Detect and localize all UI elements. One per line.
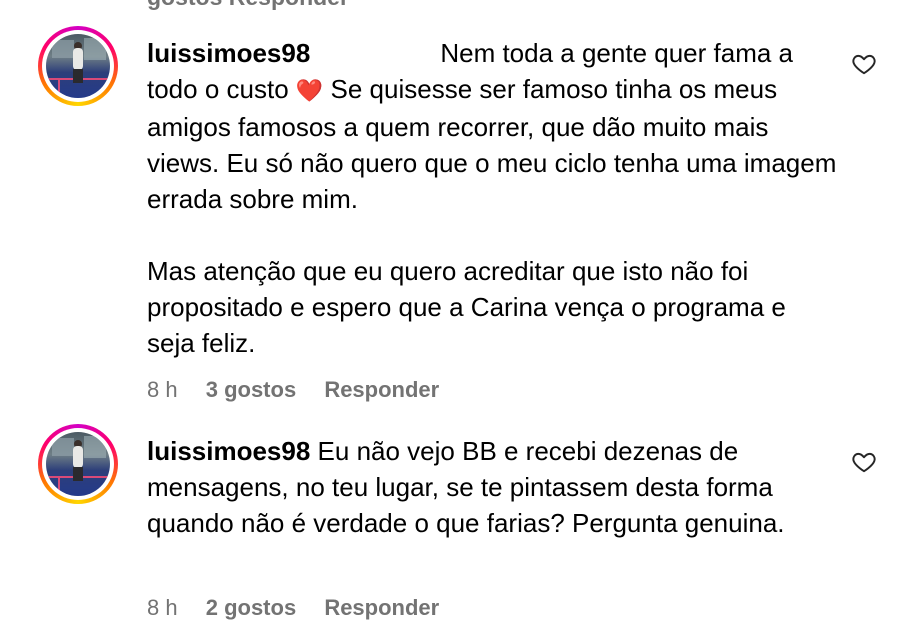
avatar-ring-gap [42, 30, 114, 102]
avatar[interactable] [38, 26, 118, 106]
avatar-ring-gap [42, 428, 114, 500]
comment-likes[interactable]: 2 gostos [206, 595, 296, 621]
comment-text: luissimoes98 Eu não vejo BB e recebi dez… [147, 433, 837, 541]
previous-comment-meta: gostos Responder [147, 0, 349, 11]
comment-username[interactable]: luissimoes98 [147, 38, 310, 68]
comment-meta: 8 h 2 gostos Responder [147, 595, 439, 621]
comment-username[interactable]: luissimoes98 [147, 436, 310, 466]
comment-body-continued: Se quisesse ser famoso tinha os meus ami… [147, 74, 837, 358]
username-spacing [310, 38, 440, 68]
avatar-photo [46, 34, 110, 98]
comment-meta: 8 h 3 gostos Responder [147, 377, 439, 403]
comment-text: luissimoes98 Nem toda a gente quer fama … [147, 35, 837, 361]
comment-time: 8 h [147, 595, 178, 620]
red-heart-emoji: ❤️ [295, 78, 324, 103]
comment-likes[interactable]: 3 gostos [206, 377, 296, 403]
avatar-photo [46, 432, 110, 496]
comment-time: 8 h [147, 377, 178, 402]
avatar[interactable] [38, 424, 118, 504]
reply-button[interactable]: Responder [324, 377, 439, 403]
heart-outline-icon[interactable] [851, 51, 877, 77]
heart-outline-icon[interactable] [851, 449, 877, 475]
reply-button[interactable]: Responder [324, 595, 439, 621]
